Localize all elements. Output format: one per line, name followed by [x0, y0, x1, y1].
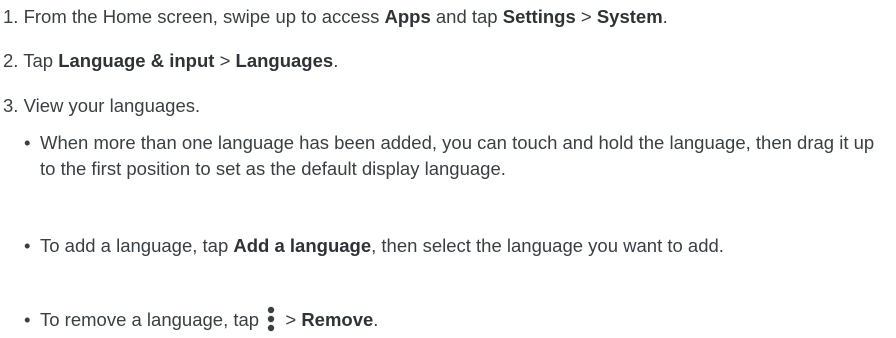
add-a-language-label: Add a language: [233, 235, 372, 256]
punctuation: .: [373, 309, 379, 330]
instructions-document: 1. From the Home screen, swipe up to acc…: [0, 0, 896, 338]
step-1: 1. From the Home screen, swipe up to acc…: [3, 5, 668, 29]
text-run: To remove a language, tap: [40, 309, 265, 330]
bullet-text: When more than one language has been add…: [40, 132, 875, 179]
step-text: Tap: [23, 50, 59, 71]
bullet-text: To add a language, tap Add a language, t…: [40, 233, 884, 259]
step-3: 3. View your languages.: [3, 94, 200, 118]
step-text: and tap: [430, 6, 503, 27]
bullet-dot: •: [24, 132, 31, 153]
step-number: 1.: [3, 6, 19, 27]
punctuation: .: [333, 50, 339, 71]
punctuation: .: [662, 6, 668, 27]
text-run: , then select the language you want to a…: [371, 235, 724, 256]
bullet-dot: •: [24, 309, 31, 330]
bullet-add-language: • To add a language, tap Add a language,…: [24, 233, 884, 259]
step-number: 3.: [3, 95, 19, 116]
separator: >: [280, 309, 302, 330]
text-run: To add a language, tap: [40, 235, 234, 256]
languages-label: Languages: [235, 50, 334, 71]
bullet-remove-language: • To remove a language, tap > Remove.: [24, 306, 884, 334]
step-text: From the Home screen, swipe up to access: [23, 6, 385, 27]
remove-label: Remove: [301, 309, 374, 330]
settings-label: Settings: [502, 6, 576, 27]
separator: >: [214, 50, 236, 71]
separator: >: [575, 6, 597, 27]
language-input-label: Language & input: [58, 50, 215, 71]
bullet-dot: •: [24, 235, 31, 256]
bullet-reorder-languages: • When more than one language has been a…: [24, 130, 884, 182]
step-number: 2.: [3, 50, 19, 71]
bullet-text: To remove a language, tap > Remove.: [40, 306, 884, 334]
more-vert-icon: [266, 306, 276, 332]
system-label: System: [596, 6, 663, 27]
step-text: View your languages.: [23, 95, 201, 116]
step-2: 2. Tap Language & input > Languages.: [3, 49, 338, 73]
apps-label: Apps: [384, 6, 431, 27]
